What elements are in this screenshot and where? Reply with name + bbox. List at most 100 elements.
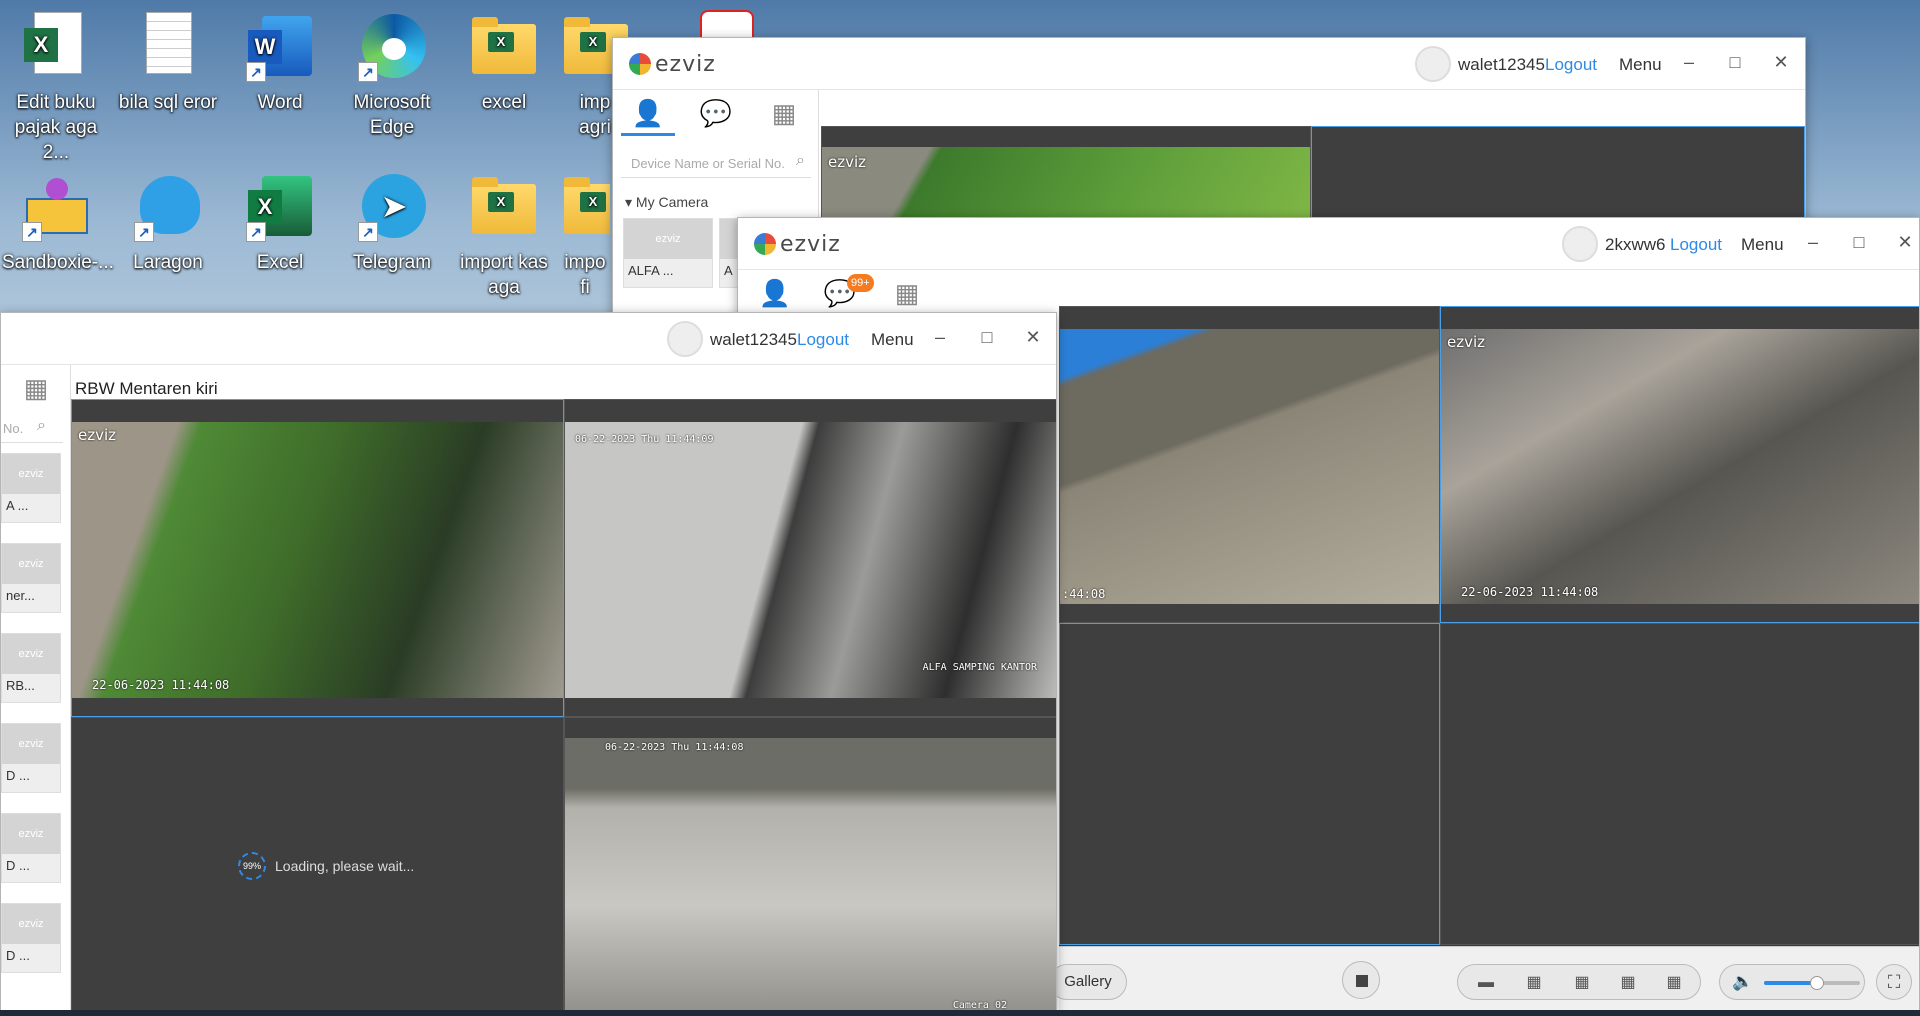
desktop-icon-text-file[interactable]: bila sql eror xyxy=(112,4,224,154)
desktop-icon-sandboxie[interactable]: ↗ Sandboxie-... xyxy=(0,164,114,314)
logout-link[interactable]: Logout xyxy=(797,330,849,350)
camera-tile[interactable]: ezviz 22-06-2023 11:44:08 xyxy=(1440,306,1919,623)
maximize-button[interactable]: □ xyxy=(973,323,1001,351)
sidebar: ▦ No. ⌕ ezviz A ... ezviz ner... ezviz RB..… xyxy=(1,365,71,1011)
username: walet12345 xyxy=(710,330,797,349)
device-card[interactable]: ezviz ner... xyxy=(1,543,61,613)
title-bar: ezviz 2kxww6 Logout Menu – □ ✕ xyxy=(738,218,1919,270)
camera-tile[interactable]: 06-22-2023 Thu 11:44:08 Camera 02 xyxy=(564,717,1056,1011)
layout-6-icon[interactable]: ▦ xyxy=(1560,965,1604,1001)
search-input[interactable]: Device Name or Serial No. ⌕ xyxy=(621,148,811,178)
tab-grid[interactable]: ▦ xyxy=(9,365,63,411)
tab-devices[interactable]: 👤 xyxy=(748,270,802,316)
ezviz-thumb: ezviz xyxy=(2,544,60,584)
camera-tile[interactable]: ezviz 22-06-2023 11:44:08 xyxy=(71,399,564,717)
search-icon: ⌕ xyxy=(796,152,805,169)
layout-16-icon[interactable]: ▦ xyxy=(1652,965,1696,1001)
word-icon: W ↗ xyxy=(244,12,316,84)
device-card[interactable]: ezviz RB... xyxy=(1,633,61,703)
camera-feed xyxy=(1060,329,1439,604)
gallery-button[interactable]: Gallery xyxy=(1049,964,1127,1000)
camera-tile[interactable]: 06-22-2023 Thu 11:44:09 ALFA SAMPING KAN… xyxy=(564,399,1056,717)
desktop-icon-edge[interactable]: ↗ Microsoft Edge xyxy=(336,4,448,154)
pdf-file-icon[interactable] xyxy=(700,10,754,40)
tab-messages[interactable]: 💬 99+ xyxy=(813,270,874,316)
camera-tile[interactable] xyxy=(1059,623,1440,945)
desktop-icon-label: Excel xyxy=(256,252,304,273)
desktop-icon-folder-import-kas[interactable]: X import kas aga xyxy=(448,164,560,314)
tab-grid[interactable]: ▦ xyxy=(757,90,811,136)
desktop-icon-telegram[interactable]: ➤ ↗ Telegram xyxy=(336,164,448,314)
tab-messages[interactable]: 💬 xyxy=(689,90,743,136)
desktop-icon-label: Edit buku pajak aga 2... xyxy=(14,92,98,163)
maximize-button[interactable]: □ xyxy=(1721,48,1749,76)
search-icon: ⌕ xyxy=(37,417,46,434)
desktop-icon-word[interactable]: W ↗ Word xyxy=(224,4,336,154)
layout-9-icon[interactable]: ▦ xyxy=(1606,965,1650,1001)
desktop-icon-laragon[interactable]: ↗ Laragon xyxy=(112,164,224,314)
sandboxie-icon: ↗ xyxy=(20,172,92,244)
desktop-icon-excel-file[interactable]: X Edit buku pajak aga 2... xyxy=(0,4,112,163)
desktop-icon-label: Microsoft Edge xyxy=(353,92,431,138)
desktop-icon-label: Sandboxie-... xyxy=(2,252,114,273)
ezviz-thumb: ezviz xyxy=(2,724,60,764)
desktop-icon-label: Telegram xyxy=(352,252,432,273)
desktop-icon-folder-excel[interactable]: X excel xyxy=(448,4,560,154)
menu-button[interactable]: Menu xyxy=(871,330,914,350)
avatar[interactable] xyxy=(1562,226,1598,262)
ezviz-watermark: ezviz xyxy=(828,153,867,171)
layout-4-icon[interactable]: ▦ xyxy=(1512,965,1556,1001)
tab-devices[interactable]: 👤 xyxy=(621,90,675,136)
telegram-icon: ➤ ↗ xyxy=(356,172,428,244)
speaker-icon[interactable]: 🔈 xyxy=(1732,972,1753,992)
device-card[interactable]: ezviz A ... xyxy=(1,453,61,523)
desktop-icon-label: Laragon xyxy=(133,252,203,273)
layout-1-icon[interactable]: ▬ xyxy=(1464,965,1508,1001)
desktop-icon-folder-impo[interactable]: X impo fi xyxy=(560,164,610,314)
section-my-camera[interactable]: ▾ My Camera xyxy=(625,194,708,211)
stop-button[interactable] xyxy=(1342,961,1380,999)
playback-toolbar: Gallery ▬ ▦ ▦ ▦ ▦ 🔈 ⛶ xyxy=(1049,946,1919,1011)
minimize-button[interactable]: – xyxy=(926,323,954,351)
minimize-button[interactable]: – xyxy=(1675,48,1703,76)
grid-icon: ▦ xyxy=(894,278,920,308)
title-bar: walet12345 Logout Menu – □ ✕ xyxy=(1,313,1056,365)
device-card[interactable]: ezviz D ... xyxy=(1,903,61,973)
tab-grid[interactable]: ▦ xyxy=(880,270,934,316)
volume-handle[interactable] xyxy=(1810,976,1824,990)
grid-icon: ▦ xyxy=(23,373,49,403)
desktop-icon-label: impo fi xyxy=(564,252,606,298)
notification-badge: 99+ xyxy=(847,274,874,292)
close-button[interactable]: ✕ xyxy=(1019,323,1047,351)
menu-button[interactable]: Menu xyxy=(1619,55,1662,75)
folder-icon: X xyxy=(468,12,540,84)
fullscreen-button[interactable]: ⛶ xyxy=(1876,964,1912,1000)
desktop-icon-label: Word xyxy=(257,92,303,113)
ezviz-thumb: ezviz xyxy=(2,634,60,674)
page-title: RBW Mentaren kiri xyxy=(75,379,218,398)
camera-feed xyxy=(565,422,1056,698)
search-input[interactable]: No. ⌕ xyxy=(1,413,63,443)
title-bar: ezviz walet12345 Logout Menu – □ ✕ xyxy=(613,38,1805,90)
close-button[interactable]: ✕ xyxy=(1891,228,1919,256)
device-card[interactable]: ezviz D ... xyxy=(1,723,61,793)
logout-link[interactable]: Logout xyxy=(1670,235,1722,255)
volume-slider[interactable] xyxy=(1764,976,1860,990)
camera-grid: ezviz 22-06-2023 11:44:08 06-22-2023 Thu… xyxy=(71,399,1056,1011)
avatar[interactable] xyxy=(667,321,703,357)
device-card[interactable]: ezviz D ... xyxy=(1,813,61,883)
camera-tile[interactable]: 99% Loading, please wait... xyxy=(71,717,564,1011)
camera-feed xyxy=(1441,329,1919,604)
maximize-button[interactable]: □ xyxy=(1845,228,1873,256)
menu-button[interactable]: Menu xyxy=(1741,235,1784,255)
minimize-button[interactable]: – xyxy=(1799,228,1827,256)
logout-link[interactable]: Logout xyxy=(1545,55,1597,75)
desktop-icon-excel[interactable]: X ↗ Excel xyxy=(224,164,336,314)
close-button[interactable]: ✕ xyxy=(1767,48,1795,76)
camera-tile[interactable] xyxy=(1440,623,1919,945)
desktop-icon-label: bila sql eror xyxy=(118,92,218,113)
camera-tile[interactable]: :44:08 xyxy=(1059,306,1440,623)
avatar[interactable] xyxy=(1415,46,1451,82)
ezviz-thumb: ezviz xyxy=(624,219,712,259)
device-card[interactable]: ezviz ALFA ... xyxy=(623,218,713,288)
